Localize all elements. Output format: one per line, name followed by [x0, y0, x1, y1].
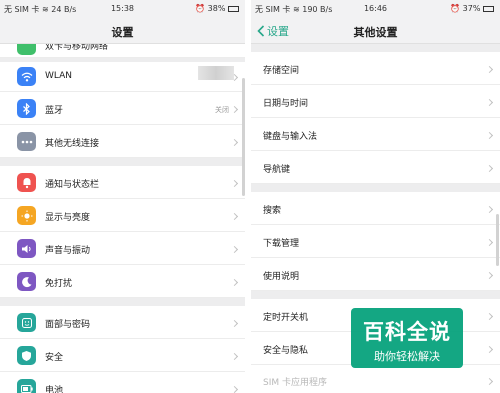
chevron-right-icon	[485, 164, 494, 173]
settings-item-label: 使用说明	[263, 272, 300, 282]
settings-item-label: 其他无线连接	[45, 139, 100, 149]
settings-item-label: 下载管理	[263, 239, 300, 249]
settings-item-label: 通知与状态栏	[45, 180, 100, 190]
settings-item-search[interactable]: 搜索	[251, 192, 500, 225]
page-title: 设置	[111, 26, 134, 39]
watermark-logo: 百科全说 助你轻松解决	[351, 308, 463, 368]
battery-icon	[17, 379, 36, 393]
title-bar: 设置	[0, 18, 245, 44]
settings-item-label: 安全	[45, 353, 64, 363]
settings-item-bluetooth[interactable]: 蓝牙 关闭	[0, 92, 245, 125]
more-dots-icon	[17, 132, 36, 151]
chevron-right-icon	[230, 138, 239, 147]
settings-item-notifications[interactable]: 通知与状态栏	[0, 166, 245, 199]
settings-item-sound[interactable]: 声音与振动	[0, 232, 245, 265]
battery-status-icon	[228, 5, 239, 12]
chevron-right-icon	[230, 352, 239, 361]
settings-item-battery[interactable]: 电池	[0, 372, 245, 393]
settings-item-label: 存储空间	[263, 66, 300, 76]
watermark-subtitle: 助你轻松解决	[374, 350, 440, 363]
settings-item-security[interactable]: 安全	[0, 339, 245, 372]
chevron-right-icon	[230, 278, 239, 287]
sim-card-icon	[17, 44, 36, 55]
settings-item-dual-sim[interactable]: 双卡与移动网络	[0, 44, 245, 58]
settings-item-label: 电池	[45, 386, 64, 393]
settings-item-label: 键盘与输入法	[263, 132, 318, 142]
title-bar: 设置 其他设置	[251, 18, 500, 44]
moon-icon	[17, 272, 36, 291]
scrollbar[interactable]	[496, 214, 499, 266]
bluetooth-status: 关闭	[215, 106, 229, 114]
settings-item-user-guide[interactable]: 使用说明	[251, 258, 500, 291]
settings-item-label: 日期与时间	[263, 99, 309, 109]
chevron-right-icon	[485, 131, 494, 140]
settings-item-label: 导航键	[263, 165, 291, 175]
blurred-network-name	[198, 66, 234, 80]
chevron-right-icon	[485, 271, 494, 280]
notification-icon	[17, 173, 36, 192]
settings-item-storage[interactable]: 存储空间	[251, 52, 500, 85]
settings-item-label: 免打扰	[45, 279, 73, 289]
settings-item-label: 蓝牙	[45, 106, 64, 116]
watermark-title: 百科全说	[363, 320, 451, 344]
status-bar: 无 SIM 卡 ≋ 190 B/s 16:46 ⏰ 37%	[251, 0, 500, 18]
chevron-right-icon	[230, 212, 239, 221]
settings-item-label: 定时开关机	[263, 313, 309, 323]
chevron-right-icon	[485, 65, 494, 74]
page-title: 其他设置	[353, 26, 398, 39]
chevron-right-icon	[485, 98, 494, 107]
settings-item-sim-apps: SIM 卡应用程序	[251, 365, 500, 393]
chevron-right-icon	[485, 238, 494, 247]
settings-item-navigation-keys[interactable]: 导航键	[251, 151, 500, 184]
chevron-right-icon	[485, 377, 494, 386]
chevron-right-icon	[230, 319, 239, 328]
battery-status-icon	[483, 5, 494, 12]
settings-item-label: 显示与亮度	[45, 213, 91, 223]
chevron-right-icon	[230, 245, 239, 254]
status-bar: 无 SIM 卡 ≋ 24 B/s 15:38 ⏰ 38%	[0, 0, 245, 18]
settings-item-label: 安全与隐私	[263, 346, 309, 356]
speaker-icon	[17, 239, 36, 258]
settings-item-label: 双卡与移动网络	[45, 44, 109, 52]
settings-item-label: SIM 卡应用程序	[263, 378, 327, 388]
chevron-right-icon	[230, 179, 239, 188]
settings-item-label: 搜索	[263, 206, 282, 216]
battery-percent: 38%	[207, 4, 226, 13]
settings-item-keyboard[interactable]: 键盘与输入法	[251, 118, 500, 151]
alarm-icon: ⏰	[195, 4, 206, 13]
settings-item-display[interactable]: 显示与亮度	[0, 199, 245, 232]
chevron-right-icon	[230, 105, 239, 114]
settings-item-date-time[interactable]: 日期与时间	[251, 85, 500, 118]
settings-screen: 无 SIM 卡 ≋ 24 B/s 15:38 ⏰ 38% 设置 双卡与移动网络 …	[0, 0, 245, 393]
bluetooth-icon	[17, 99, 36, 118]
battery-percent: 37%	[462, 4, 481, 13]
scrollbar[interactable]	[242, 78, 245, 196]
chevron-right-icon	[485, 345, 494, 354]
wifi-icon	[17, 67, 36, 86]
alarm-icon: ⏰	[450, 4, 461, 13]
settings-item-label: WLAN	[45, 71, 73, 81]
settings-item-do-not-disturb[interactable]: 免打扰	[0, 265, 245, 298]
face-icon	[17, 313, 36, 332]
settings-item-download-manager[interactable]: 下载管理	[251, 225, 500, 258]
chevron-right-icon	[485, 205, 494, 214]
settings-item-other-wireless[interactable]: 其他无线连接	[0, 125, 245, 158]
sun-icon	[17, 206, 36, 225]
settings-item-label: 声音与振动	[45, 246, 91, 256]
chevron-right-icon	[485, 312, 494, 321]
shield-icon	[17, 346, 36, 365]
settings-item-face-password[interactable]: 面部与密码	[0, 306, 245, 339]
chevron-right-icon	[230, 385, 239, 393]
settings-item-label: 面部与密码	[45, 320, 91, 330]
